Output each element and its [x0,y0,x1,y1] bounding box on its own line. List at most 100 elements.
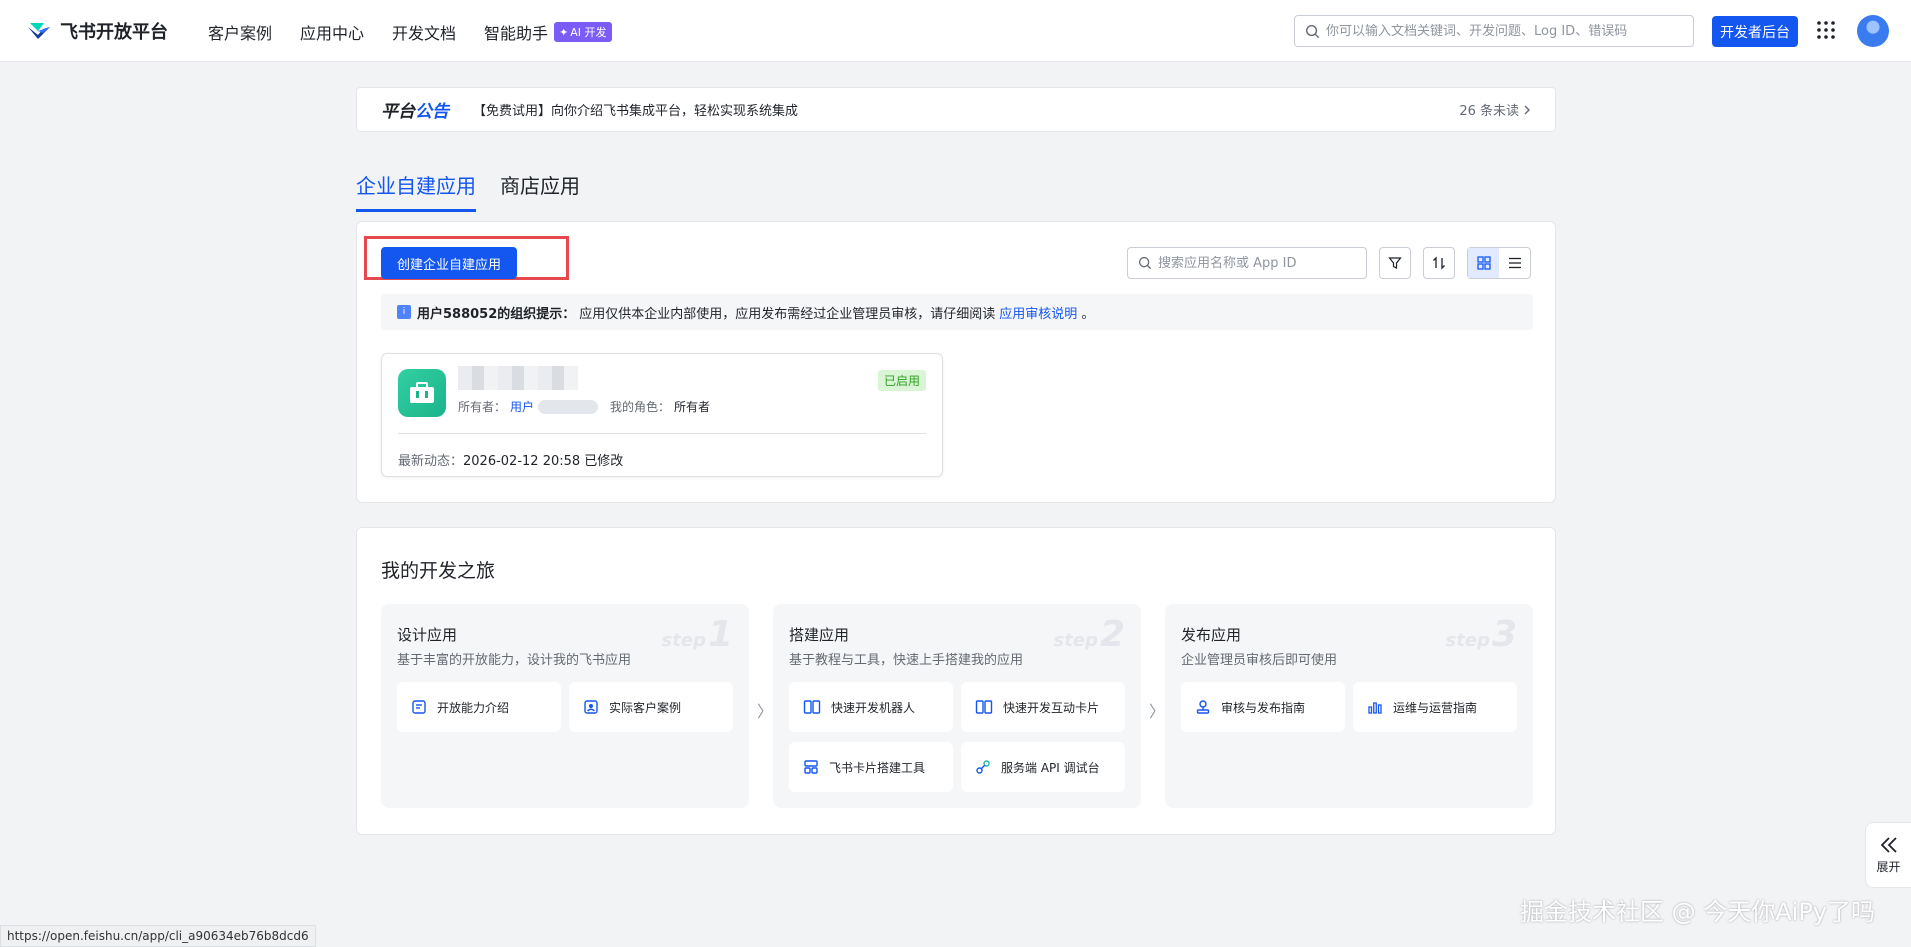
owner-value[interactable]: 用户 [510,398,534,415]
open-capabilities-link[interactable]: 开放能力介绍 [397,682,561,732]
app-search-input[interactable] [1158,255,1356,271]
announcement-label-a: 平台 [381,102,415,122]
notice-text: 应用仅供本企业内部使用，应用发布需经过企业管理员审核，请仔细阅读 [579,306,996,322]
unread-count: 26 条未读 [1459,104,1519,119]
global-search[interactable] [1294,15,1694,47]
app-recent-activity: 最新动态：2026-02-12 20:58 已修改 [398,450,623,469]
document-icon [412,700,426,714]
global-search-input[interactable] [1326,23,1683,39]
customer-cases-link[interactable]: 实际客户案例 [569,682,733,732]
step-title: 设计应用 [397,626,458,644]
step-mark: step 2 [1053,614,1125,655]
role-label: 我的角色： [610,400,671,414]
quick-bot-link[interactable]: 快速开发机器人 [789,682,953,732]
side-expand-button[interactable]: 展开 [1865,822,1911,888]
dev-journey-panel: 我的开发之旅 设计应用 基于丰富的开放能力，设计我的飞书应用 step 1 开放能… [356,527,1556,835]
step-arrow-icon: 〉 [1149,702,1166,721]
owner-redacted [538,399,599,414]
grid-view-button[interactable] [1468,248,1499,278]
ai-dev-badge: ✦ AI 开发 [554,22,612,42]
book-icon [803,700,821,714]
grid-view-icon [1476,256,1491,270]
recent-label: 最新动态： [398,454,464,469]
notice-icon: i [397,305,411,319]
step-title: 搭建应用 [789,626,850,644]
stamp-icon [1196,700,1210,714]
unread-count-link[interactable]: 26 条未读 [1459,100,1531,119]
org-notice: i 用户588052的组织提示： 应用仅供本企业内部使用，应用发布需经过企业管理… [381,294,1533,330]
briefcase-icon [410,382,434,403]
nav-dev-docs[interactable]: 开发文档 [392,20,456,44]
step-item-label: 快速开发机器人 [831,700,916,715]
list-view-button[interactable] [1499,248,1530,278]
step-item-label: 审核与发布指南 [1221,700,1306,715]
create-enterprise-app-button[interactable]: 创建企业自建应用 [381,247,517,279]
api-link-icon [976,760,990,774]
user-avatar[interactable] [1857,15,1889,47]
tab-enterprise-apps[interactable]: 企业自建应用 [356,170,476,212]
sort-icon [1433,256,1445,270]
layout-icon [804,760,818,774]
announcement-label-b: 公告 [415,102,449,122]
developer-console-button[interactable]: 开发者后台 [1712,16,1798,47]
view-toggle [1467,247,1531,279]
recent-value: 2026-02-12 20:58 已修改 [463,454,624,469]
step-item-label: 服务端 API 调试台 [1001,760,1100,775]
step-desc: 基于教程与工具，快速上手搭建我的应用 [789,653,1024,668]
step-item-label: 飞书卡片搭建工具 [829,760,926,775]
list-view-icon [1508,257,1521,269]
notice-org: 用户588052的组织提示： [417,306,576,322]
step-mark: step 1 [661,614,733,655]
announcement-text[interactable]: 【免费试用】向你介绍飞书集成平台，轻松实现系统集成 [473,100,1459,119]
step-publish: 发布应用 企业管理员审核后即可使用 step 3 审核与发布指南 运维与运营指南 [1165,604,1533,808]
journey-title: 我的开发之旅 [381,560,496,582]
step-desc: 企业管理员审核后即可使用 [1181,653,1338,668]
quick-card-link[interactable]: 快速开发互动卡片 [961,682,1125,732]
card-divider [398,433,926,434]
role-value: 所有者 [674,400,711,414]
enterprise-apps-panel: 创建企业自建应用 i 用户588052的组织提示： 应用仅供本企业内部使用，应用… [356,221,1556,503]
nav-smart-assistant[interactable]: 智能助手 ✦ AI 开发 [484,20,612,44]
sparkle-icon: ✦ [559,25,569,39]
app-meta: 所有者： 用户 我的角色： 所有者 [458,398,710,415]
app-search[interactable] [1127,247,1367,279]
main-nav: 客户案例 应用中心 开发文档 智能助手 ✦ AI 开发 [208,20,612,44]
bar-chart-icon [1368,702,1382,714]
step-desc: 基于丰富的开放能力，设计我的飞书应用 [397,653,632,668]
app-type-tabs: 企业自建应用 商店应用 [356,170,580,212]
step-title: 发布应用 [1181,626,1242,644]
nav-customer-cases[interactable]: 客户案例 [208,20,272,44]
book-icon [975,700,993,714]
top-navigation-bar: 飞书开放平台 客户案例 应用中心 开发文档 智能助手 ✦ AI 开发 开发者后台 [0,0,1911,62]
search-icon [1138,256,1152,270]
double-chevron-left-icon [1880,836,1897,853]
nav-smart-assistant-label: 智能助手 [484,24,549,43]
watermark: 掘金技术社区 @ 今天你AiPy了吗 [1520,898,1876,926]
review-guide-link[interactable]: 应用审核说明 [999,303,1077,322]
app-name-redacted [458,366,578,390]
api-console-link[interactable]: 服务端 API 调试台 [961,742,1125,792]
card-builder-link[interactable]: 飞书卡片搭建工具 [789,742,953,792]
search-icon [1305,24,1320,38]
tab-store-apps[interactable]: 商店应用 [500,170,580,212]
user-card-icon [584,700,598,714]
side-expand-label: 展开 [1876,859,1901,874]
app-card[interactable]: 所有者： 用户 我的角色： 所有者 已启用 最新动态：2026-02-12 20… [381,353,943,477]
step-mark: step 3 [1445,614,1517,655]
platform-announcement[interactable]: 平台公告 【免费试用】向你介绍飞书集成平台，轻松实现系统集成 26 条未读 [356,87,1556,132]
review-publish-guide-link[interactable]: 审核与发布指南 [1181,682,1345,732]
step-arrow-icon: 〉 [757,702,774,721]
announcement-label: 平台公告 [381,97,449,122]
step-item-label: 快速开发互动卡片 [1003,700,1100,715]
ops-guide-link[interactable]: 运维与运营指南 [1353,682,1517,732]
ai-dev-badge-label: AI 开发 [570,26,607,39]
filter-button[interactable] [1379,247,1411,279]
app-grid-icon[interactable] [1816,20,1836,40]
step-build: 搭建应用 基于教程与工具，快速上手搭建我的应用 step 2 快速开发机器人 快速… [773,604,1141,808]
brand[interactable]: 飞书开放平台 [26,18,168,44]
step-item-label: 运维与运营指南 [1393,700,1478,715]
sort-button[interactable] [1423,247,1455,279]
status-badge: 已启用 [877,370,926,391]
app-icon [398,369,446,417]
nav-app-center[interactable]: 应用中心 [300,20,364,44]
